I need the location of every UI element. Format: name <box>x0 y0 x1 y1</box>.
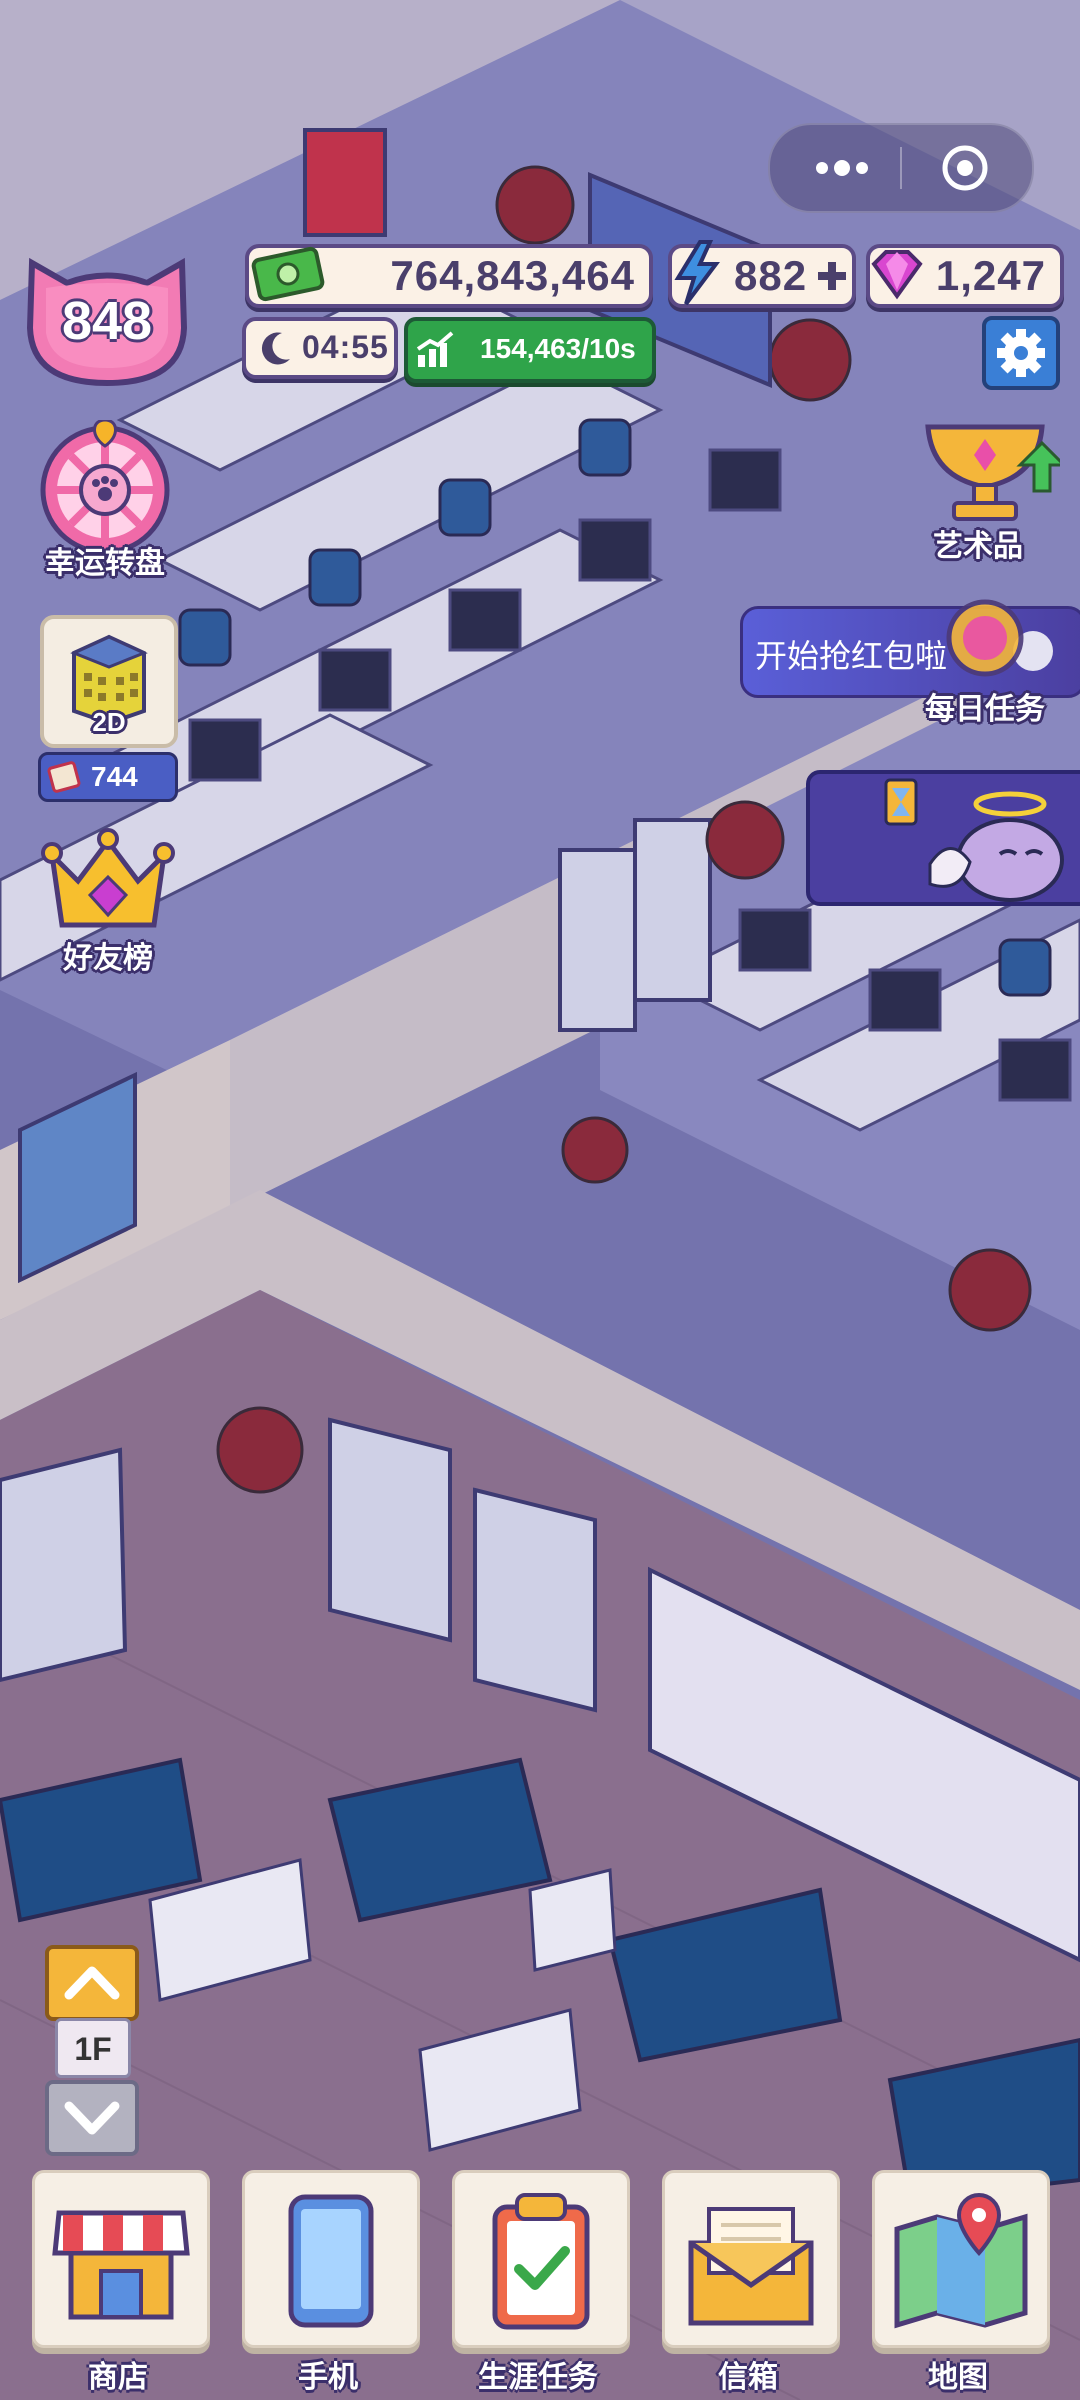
moon-icon <box>256 329 296 369</box>
chevron-down-icon <box>64 2101 120 2135</box>
trophy-cup-icon <box>925 424 1060 521</box>
gem-amount: 1,247 <box>935 252 1046 299</box>
income-rate: 154,463/10s <box>480 333 636 364</box>
angel-cat-icon <box>884 778 1064 902</box>
daily-tasks-label: 每日任务 <box>925 693 1045 726</box>
money-amount: 764,843,464 <box>390 252 635 299</box>
floor-down-button[interactable] <box>45 2080 139 2156</box>
map-icon <box>894 2192 1028 2329</box>
close-miniprogram-icon[interactable] <box>940 143 990 193</box>
mail-icon <box>688 2207 814 2326</box>
artwork-button[interactable]: 艺术品 <box>910 415 1060 565</box>
floor-label: 1F <box>74 2031 112 2067</box>
capsule-menu <box>768 123 1034 213</box>
income-panel[interactable]: 154,463/10s <box>404 317 656 383</box>
lightning-icon <box>672 240 722 306</box>
nav-shop-label: 商店 <box>88 2361 148 2394</box>
settings-button[interactable] <box>982 316 1060 390</box>
nav-phone-label: 手机 <box>298 2361 358 2394</box>
artwork-label: 艺术品 <box>933 530 1023 563</box>
floor-up-button[interactable] <box>45 1945 139 2021</box>
nav-mail-label: 信箱 <box>718 2361 778 2394</box>
gear-icon <box>997 329 1045 377</box>
gem-icon <box>866 246 928 302</box>
time-panel: 04:55 <box>242 317 398 379</box>
nav-phone-button[interactable] <box>242 2170 420 2348</box>
add-energy-icon[interactable] <box>818 262 846 290</box>
current-floor: 1F <box>55 2018 131 2078</box>
crown-icon <box>41 828 175 928</box>
nav-shop-button[interactable] <box>32 2170 210 2348</box>
daily-tasks-button[interactable]: 每日任务 <box>905 592 1065 732</box>
angel-cat-event[interactable] <box>806 770 1080 906</box>
cash-icon <box>250 244 328 304</box>
growth-chart-icon <box>416 331 456 369</box>
nav-career-tasks-label: 生涯任务 <box>478 2361 598 2394</box>
view-mode-label: 2D <box>92 707 126 737</box>
friends-rank-label: 好友榜 <box>63 942 153 975</box>
capsule-divider <box>900 147 902 189</box>
lucky-wheel-icon <box>40 420 170 550</box>
view-mode-button[interactable]: 2D <box>40 615 178 748</box>
friends-rank-button[interactable]: 好友榜 <box>38 825 178 975</box>
phone-icon <box>288 2194 374 2328</box>
tickets-count: 744 <box>91 761 138 792</box>
shop-icon <box>52 2210 190 2320</box>
more-options-icon[interactable] <box>812 155 872 181</box>
nav-map-label: 地图 <box>928 2361 988 2394</box>
nav-map-button[interactable] <box>872 2170 1050 2348</box>
game-time: 04:55 <box>302 329 389 365</box>
lucky-wheel-label: 幸运转盘 <box>45 547 165 580</box>
daily-tasks-icon <box>946 599 1024 677</box>
lucky-wheel-button[interactable]: 幸运转盘 <box>30 420 180 580</box>
ticket-icon <box>47 761 81 793</box>
tickets-badge[interactable]: 744 <box>38 752 178 802</box>
level-number: 848 <box>61 291 153 351</box>
player-level-badge[interactable]: 848 <box>12 238 202 388</box>
energy-amount: 882 <box>734 252 808 299</box>
nav-mail-button[interactable] <box>662 2170 840 2348</box>
chevron-up-icon <box>64 1966 120 2000</box>
nav-career-tasks-button[interactable] <box>452 2170 630 2348</box>
clipboard-icon <box>492 2193 590 2330</box>
